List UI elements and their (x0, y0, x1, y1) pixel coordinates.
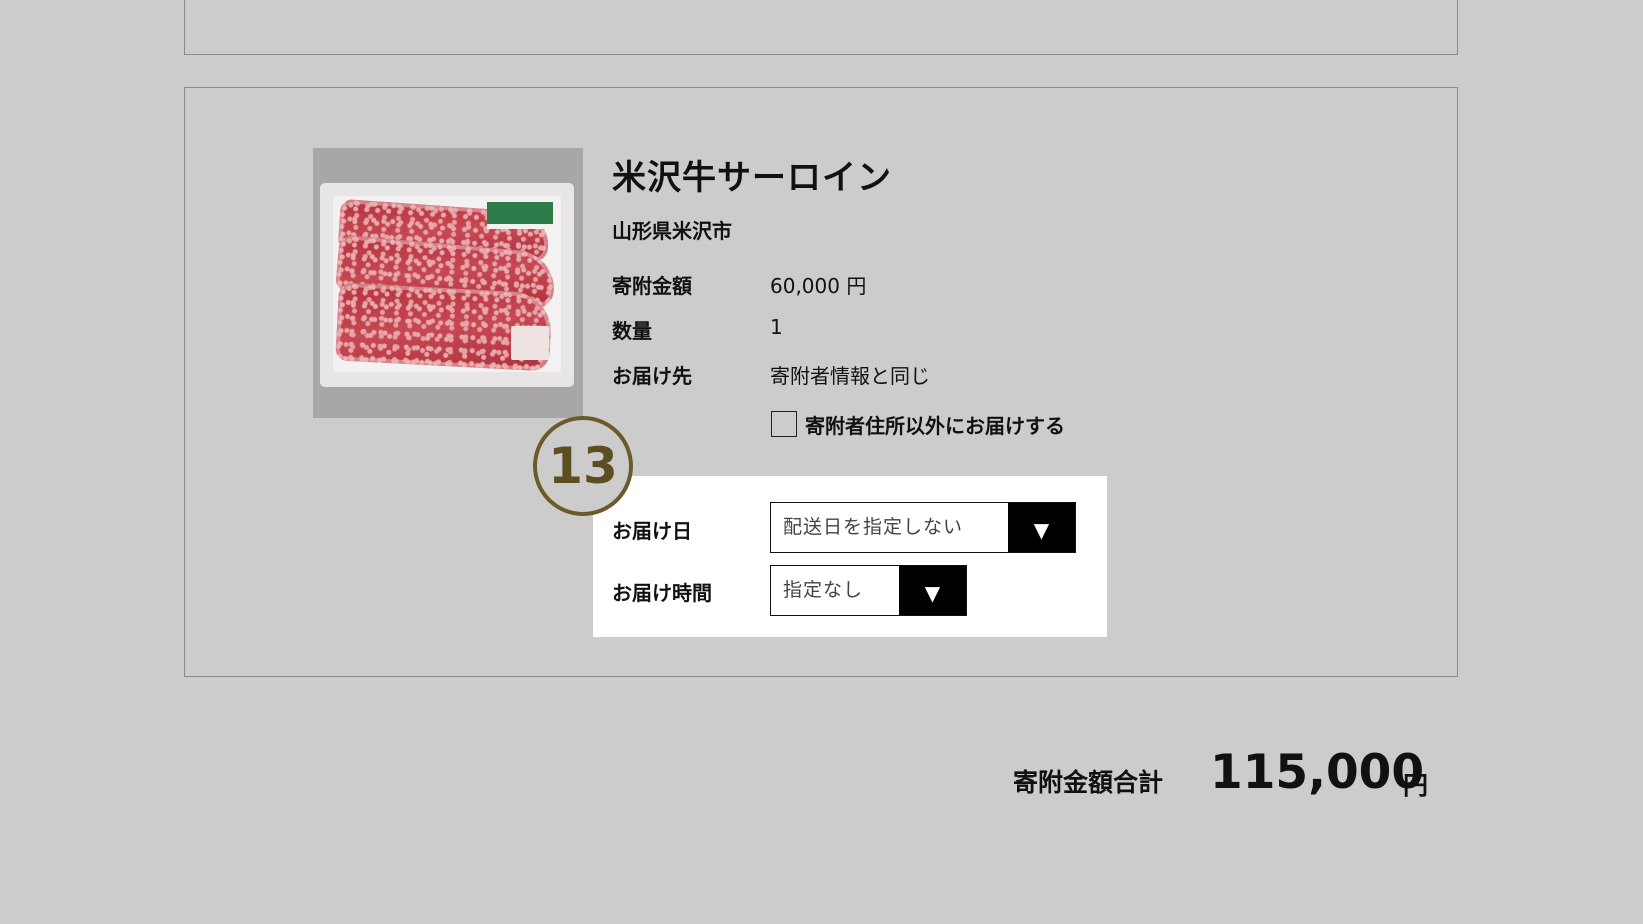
municipality-name: 山形県米沢市 (612, 219, 732, 243)
previous-item-card (184, 0, 1458, 55)
chevron-down-icon[interactable]: ▼ (1008, 503, 1075, 552)
chevron-down-icon[interactable]: ▼ (899, 566, 966, 615)
delivery-time-selected-value: 指定なし (783, 579, 864, 601)
destination-value: 寄附者情報と同じ (770, 364, 930, 388)
product-image (313, 148, 583, 418)
alt-address-checkbox-label[interactable]: 寄附者住所以外にお届けする (805, 410, 1065, 439)
delivery-time-label: お届け時間 (612, 581, 712, 605)
donation-amount-label: 寄附金額 (612, 274, 692, 298)
quantity-value: 1 (770, 315, 783, 339)
product-tray (320, 183, 574, 387)
step-number-badge: 13 (533, 416, 633, 516)
delivery-date-label: お届け日 (612, 519, 692, 543)
total-donation-value: 115,000 (1210, 745, 1425, 800)
delivery-time-select[interactable]: 指定なし ▼ (770, 565, 967, 616)
destination-label: お届け先 (612, 364, 692, 388)
quantity-label: 数量 (612, 319, 652, 343)
alt-address-checkbox[interactable] (771, 411, 797, 437)
delivery-date-select[interactable]: 配送日を指定しない ▼ (770, 502, 1076, 553)
total-donation-label: 寄附金額合計 (1013, 768, 1164, 797)
delivery-date-selected-value: 配送日を指定しない (783, 516, 964, 538)
total-donation-unit: 円 (1403, 771, 1429, 800)
product-label-sticker (487, 202, 553, 229)
product-title: 米沢牛サーロイン (612, 158, 892, 198)
donation-amount-value: 60,000 円 (770, 274, 867, 298)
